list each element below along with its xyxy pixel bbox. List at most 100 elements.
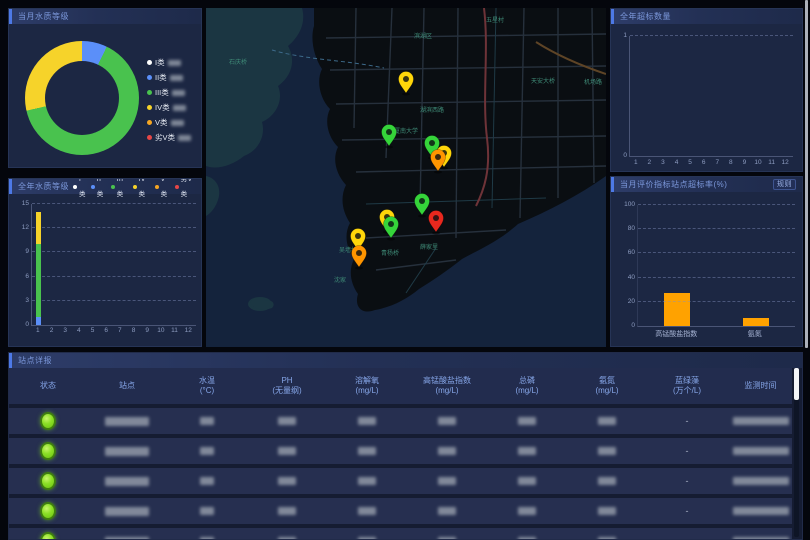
map-label: 青杨桥 (381, 249, 399, 257)
column-header-8[interactable]: 氨氮(mg/L) (567, 376, 647, 396)
cell-value: - (686, 506, 689, 516)
legend-value-redacted (173, 105, 186, 111)
panel-title: 站点详报 (18, 353, 52, 368)
cell-value: - (686, 536, 689, 540)
rate-bar-column (717, 205, 796, 326)
cell-value-redacted (518, 507, 536, 515)
legend-item-I类[interactable]: I类 (147, 57, 191, 68)
panel-station-report: 站点详报 状态站点水温(°C)PH(无量纲)溶解氧(mg/L)高锰酸盐指数(mg… (8, 352, 803, 540)
gridline (32, 251, 196, 252)
legend-item-II类[interactable]: II类 (91, 178, 107, 202)
column-header-1[interactable]: 状态 (9, 381, 87, 391)
legend-item-II类[interactable]: II类 (147, 72, 191, 83)
city-map[interactable]: 石庆桥滨湖区五星村天安大桥机场路湖滨西路厦南大学薛家里吴墙村青杨桥沈家 (206, 8, 606, 347)
status-indicator-normal (40, 412, 56, 430)
map-label: 机场路 (584, 78, 602, 86)
table-row[interactable]: - (9, 408, 792, 434)
cell-9: - (647, 506, 727, 516)
cell-value: - (686, 446, 689, 456)
map-label: 五星村 (486, 16, 504, 24)
gridline (638, 277, 795, 278)
legend-item-III类[interactable]: III类 (111, 178, 129, 202)
legend-dot (91, 185, 95, 189)
page-scrollbar[interactable] (805, 0, 808, 348)
map-label: 湖滨西路 (420, 106, 444, 114)
column-header-10[interactable]: 监测时间 (727, 381, 794, 391)
column-header-3[interactable]: 水温(°C) (167, 376, 247, 396)
stacked-bar-month-1[interactable] (36, 212, 41, 325)
legend-item-V类[interactable]: V类 (147, 117, 191, 128)
x-tick-label: 5 (86, 327, 100, 334)
header-line1: 蓝绿藻 (647, 376, 727, 386)
legend-item-I类[interactable]: I类 (73, 178, 87, 202)
bar-segment-III类 (36, 244, 41, 317)
column-header-9[interactable]: 蓝绿藻(万个/L) (647, 376, 727, 396)
x-tick-label: 8 (127, 327, 141, 334)
column-header-6[interactable]: 高锰酸盐指数(mg/L) (407, 376, 487, 396)
cell-value-redacted (518, 417, 536, 425)
gridline (32, 227, 196, 228)
cell-value-redacted (733, 477, 789, 485)
x-tick-label: 7 (113, 327, 127, 334)
y-tick-label: 0 (613, 152, 627, 159)
column-header-7[interactable]: 总磷(mg/L) (487, 376, 567, 396)
rate-bar-column (638, 205, 717, 326)
map-label: 天安大桥 (531, 77, 555, 85)
cell-value-redacted (278, 507, 296, 515)
donut-chart[interactable] (25, 41, 139, 155)
map-label: 石庆桥 (229, 58, 247, 66)
legend-item-V类[interactable]: V类 (155, 178, 171, 202)
cell-2 (87, 417, 167, 426)
cell-8 (567, 417, 647, 425)
x-tick-label: 3 (656, 159, 670, 166)
cell-10 (727, 447, 794, 455)
panel-title-bar: 当月水质等级 (9, 9, 201, 24)
cell-1 (9, 442, 87, 460)
legend-item-IV类[interactable]: IV类 (133, 178, 151, 202)
y-tick-label: 1 (613, 32, 627, 39)
rule-link[interactable]: 规则 (773, 179, 796, 190)
legend-item-劣V类[interactable]: 劣V类 (147, 132, 191, 143)
legend-label: IV类 (139, 178, 151, 202)
map-canvas[interactable]: 石庆桥滨湖区五星村天安大桥机场路湖滨西路厦南大学薛家里吴墙村青杨桥沈家 (206, 8, 606, 347)
table-scrollbar-thumb[interactable] (794, 368, 799, 400)
header-line2: (mg/L) (487, 386, 567, 396)
panel-yearly-exceed-count: 全年超标数量 01 123456789101112 (610, 8, 803, 172)
map-label: 沈家 (334, 276, 346, 284)
cell-4 (247, 417, 327, 425)
status-indicator-normal (40, 442, 56, 460)
cell-value-redacted (358, 447, 376, 455)
table-row[interactable]: - (9, 528, 792, 540)
gridline (630, 35, 793, 36)
bar-高锰酸盐指数[interactable] (664, 293, 690, 326)
cell-value: - (686, 476, 689, 486)
rate-category-label: 高锰酸盐指数 (637, 329, 716, 339)
cell-value-redacted (200, 447, 214, 455)
panel-title-bar: 当月评价指标站点超标率(%) 规则 (611, 177, 802, 192)
cell-value-redacted (733, 447, 789, 455)
legend-label: I类 (155, 57, 165, 68)
header-line1: 站点 (87, 381, 167, 391)
column-header-4[interactable]: PH(无量纲) (247, 376, 327, 396)
cell-5 (327, 477, 407, 485)
legend-item-III类[interactable]: III类 (147, 87, 191, 98)
bar-氨氮[interactable] (743, 318, 769, 326)
table-scrollbar-track[interactable] (794, 368, 799, 537)
cell-6 (407, 447, 487, 455)
status-indicator-normal (40, 532, 56, 540)
panel-yearly-water-grade: 全年水质等级 I类II类III类IV类V类劣V类 03691215 123456… (8, 178, 202, 347)
legend-dot (147, 120, 152, 125)
legend-item-劣V类[interactable]: 劣V类 (175, 178, 197, 202)
cell-2 (87, 537, 167, 540)
cell-9: - (647, 476, 727, 486)
table-row[interactable]: - (9, 468, 792, 494)
table-row[interactable]: - (9, 438, 792, 464)
table-row[interactable]: - (9, 498, 792, 524)
gridline (638, 204, 795, 205)
yearly-grade-chart: 03691215 (31, 204, 196, 326)
legend-dot (147, 90, 152, 95)
legend-item-IV类[interactable]: IV类 (147, 102, 191, 113)
column-header-5[interactable]: 溶解氧(mg/L) (327, 376, 407, 396)
column-header-2[interactable]: 站点 (87, 381, 167, 391)
cell-7 (487, 507, 567, 515)
